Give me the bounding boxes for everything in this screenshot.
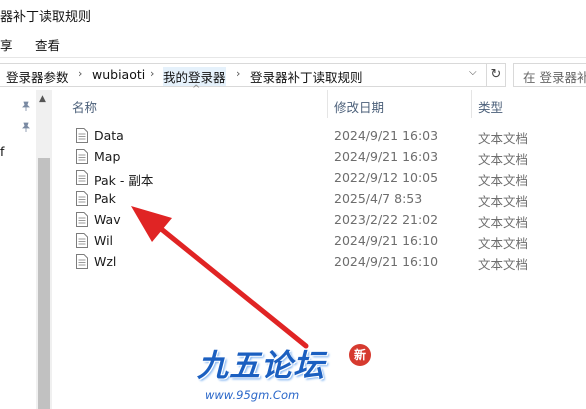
- file-name: Wav: [94, 212, 121, 227]
- file-date: 2022/9/12 10:05: [334, 170, 439, 185]
- scrollbar-thumb[interactable]: [38, 158, 50, 409]
- column-divider[interactable]: [327, 90, 328, 118]
- text-file-icon: [76, 149, 88, 164]
- tab-view[interactable]: 查看: [35, 35, 60, 54]
- breadcrumb-item[interactable]: wubiaoti: [92, 67, 145, 82]
- refresh-icon: ↻: [490, 67, 502, 82]
- file-date: 2023/2/22 21:02: [334, 212, 439, 227]
- file-name: Data: [94, 128, 124, 143]
- watermark-badge: 新: [349, 344, 371, 366]
- column-date[interactable]: 修改日期: [334, 97, 384, 116]
- watermark-title: 九五论坛: [197, 348, 325, 384]
- refresh-button[interactable]: ↻: [486, 63, 506, 87]
- tab-share[interactable]: 享: [0, 35, 13, 54]
- file-row[interactable]: Wzl 2024/9/21 16:10 文本文档: [52, 251, 586, 272]
- title-bar: 器补丁读取规则: [0, 0, 586, 30]
- file-type: 文本文档: [478, 131, 529, 146]
- navigation-pane: f: [0, 90, 36, 409]
- file-row[interactable]: Pak 2025/4/7 8:53 文本文档: [52, 188, 586, 209]
- pin-icon[interactable]: [21, 101, 31, 111]
- sort-ascending-icon: ^: [192, 84, 201, 95]
- address-bar[interactable]: 登录器参数 › wubiaoti › 我的登录器 › 登录器补丁读取规则 ⌵: [0, 63, 487, 87]
- watermark-logo: 九五论坛 新 www.95gm.Com: [185, 334, 385, 409]
- file-name: Pak: [94, 191, 116, 206]
- file-name: Pak - 副本: [94, 173, 154, 188]
- text-file-icon: [76, 233, 88, 248]
- address-row: 登录器参数 › wubiaoti › 我的登录器 › 登录器补丁读取规则 ⌵ ↻…: [0, 57, 586, 91]
- ribbon-tabs: 享 查看: [0, 30, 586, 57]
- text-file-icon: [76, 212, 88, 227]
- file-date: 2024/9/21 16:03: [334, 128, 439, 143]
- file-row[interactable]: Wil 2024/9/21 16:10 文本文档: [52, 230, 586, 251]
- nav-item-partial[interactable]: f: [0, 144, 4, 159]
- file-name: Map: [94, 149, 121, 164]
- file-row[interactable]: Wav 2023/2/22 21:02 文本文档: [52, 209, 586, 230]
- pin-icon[interactable]: [21, 122, 31, 132]
- scroll-up-icon[interactable]: ▲: [39, 94, 46, 104]
- text-file-icon: [76, 191, 88, 206]
- breadcrumb-item[interactable]: 登录器补丁读取规则: [250, 67, 363, 86]
- text-file-icon: [76, 170, 88, 185]
- text-file-icon: [76, 254, 88, 269]
- file-date: 2025/4/7 8:53: [334, 191, 423, 206]
- column-type[interactable]: 类型: [478, 97, 503, 116]
- breadcrumb-item[interactable]: 登录器参数: [6, 67, 69, 86]
- file-name: Wzl: [94, 254, 117, 269]
- window-title: 器补丁读取规则: [0, 10, 92, 25]
- file-row[interactable]: Data 2024/9/21 16:03 文本文档: [52, 125, 586, 146]
- column-name[interactable]: 名称: [72, 97, 97, 116]
- column-divider[interactable]: [471, 90, 472, 118]
- chevron-right-icon[interactable]: ›: [236, 67, 240, 80]
- file-date: 2024/9/21 16:10: [334, 233, 439, 248]
- nav-scrollbar[interactable]: ▲: [36, 90, 52, 409]
- file-type: 文本文档: [478, 152, 529, 167]
- file-type: 文本文档: [478, 215, 529, 230]
- file-row[interactable]: Map 2024/9/21 16:03 文本文档: [52, 146, 586, 167]
- chevron-right-icon[interactable]: ›: [150, 67, 154, 80]
- text-file-icon: [76, 128, 88, 143]
- watermark-url: www.95gm.Com: [205, 388, 300, 402]
- search-input[interactable]: 在 登录器补: [513, 63, 586, 87]
- file-date: 2024/9/21 16:10: [334, 254, 439, 269]
- file-type: 文本文档: [478, 194, 529, 209]
- file-type: 文本文档: [478, 257, 529, 272]
- search-placeholder: 在 登录器补: [523, 70, 586, 85]
- chevron-down-icon[interactable]: ⌵: [469, 67, 477, 78]
- chevron-right-icon[interactable]: ›: [78, 67, 82, 80]
- file-type: 文本文档: [478, 173, 529, 188]
- file-name: Wil: [94, 233, 114, 248]
- column-header: ^ 名称 修改日期 类型: [52, 84, 586, 118]
- file-type: 文本文档: [478, 236, 529, 251]
- file-date: 2024/9/21 16:03: [334, 149, 439, 164]
- file-row[interactable]: Pak - 副本 2022/9/12 10:05 文本文档: [52, 167, 586, 188]
